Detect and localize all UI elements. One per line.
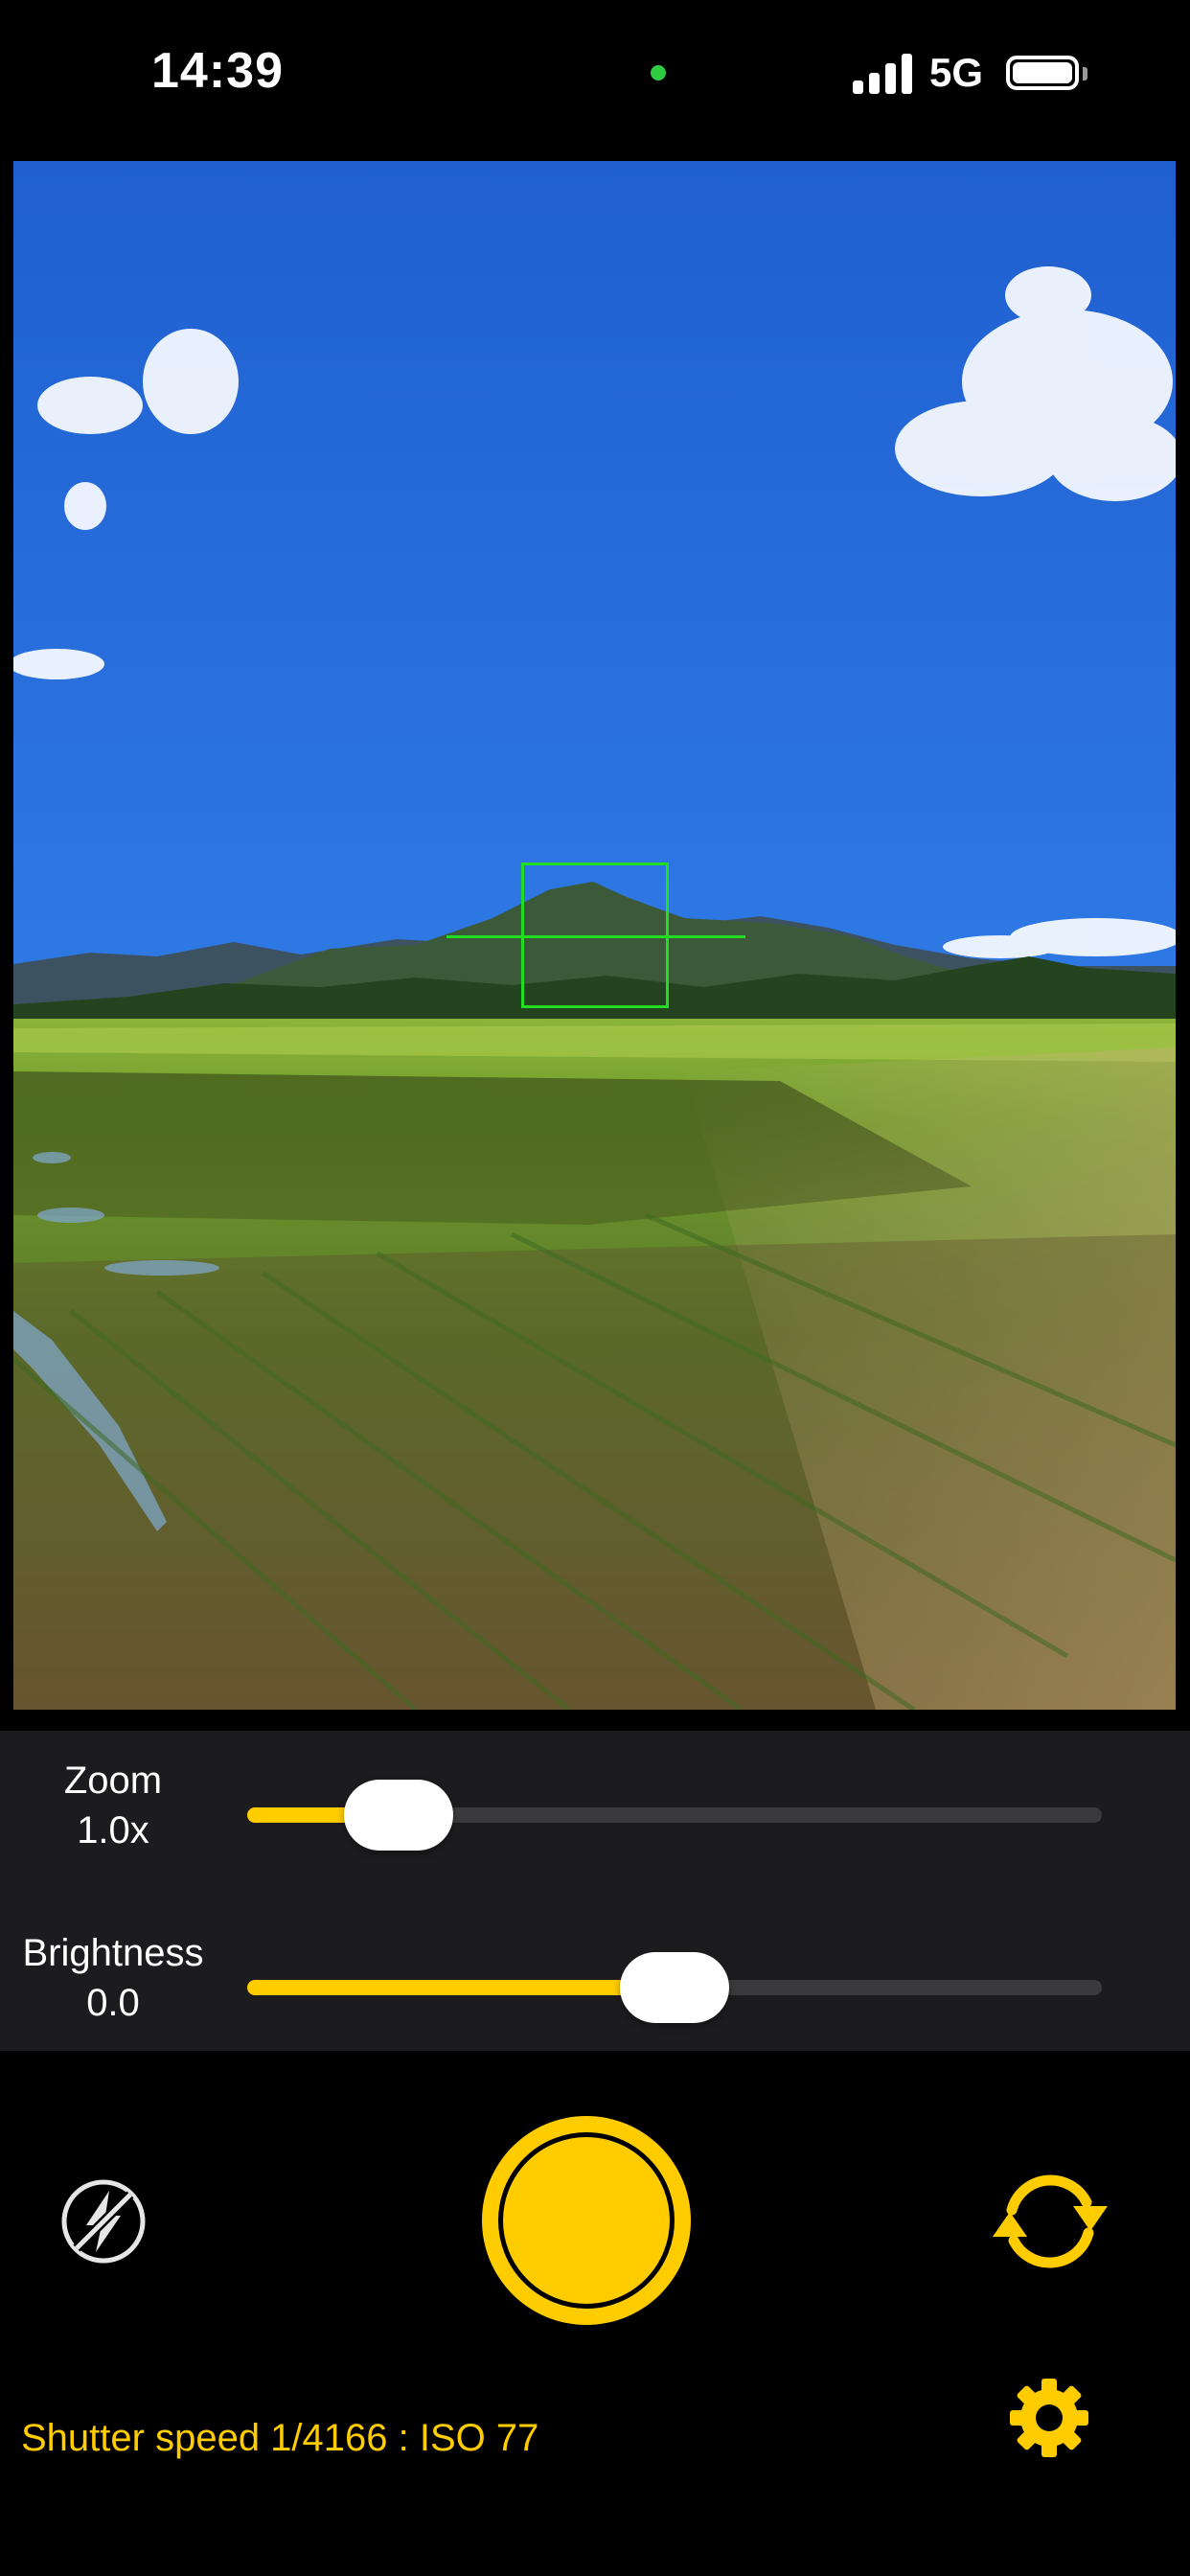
zoom-label: Zoom <box>63 1760 163 1802</box>
flash-toggle-button[interactable] <box>59 2177 148 2266</box>
control-panel: Zoom 1.0x Brightness 0.0 <box>0 1731 1190 2051</box>
camera-flip-button[interactable] <box>991 2168 1110 2275</box>
gear-icon <box>1010 2379 1088 2457</box>
brightness-value: 0.0 <box>86 1982 140 2024</box>
cellular-signal-icon <box>853 52 914 94</box>
brightness-control-label: Brightness 0.0 <box>0 1928 226 2028</box>
camera-flip-icon <box>993 2174 1108 2268</box>
level-line <box>446 935 745 938</box>
brightness-label: Brightness <box>22 1932 204 1974</box>
camera-viewfinder[interactable] <box>13 161 1176 1710</box>
settings-button[interactable] <box>1008 2377 1090 2459</box>
zoom-slider-thumb[interactable] <box>343 1780 453 1851</box>
shutter-button[interactable] <box>482 2116 691 2325</box>
shutter-ring <box>498 2132 675 2309</box>
battery-icon <box>1006 56 1079 90</box>
battery-cap <box>1083 67 1087 80</box>
status-time: 14:39 <box>151 43 284 99</box>
network-type: 5G <box>929 50 984 95</box>
camera-in-use-dot <box>651 65 666 80</box>
status-bar: 14:39 5G <box>0 0 1190 153</box>
exposure-info: Shutter speed 1/4166 : ISO 77 <box>21 2417 539 2459</box>
zoom-control-label: Zoom 1.0x <box>38 1756 188 1855</box>
brightness-slider-thumb[interactable] <box>620 1952 729 2023</box>
brightness-slider-fill <box>247 1980 675 1995</box>
flash-off-icon <box>61 2179 146 2264</box>
zoom-value: 1.0x <box>77 1809 149 1852</box>
